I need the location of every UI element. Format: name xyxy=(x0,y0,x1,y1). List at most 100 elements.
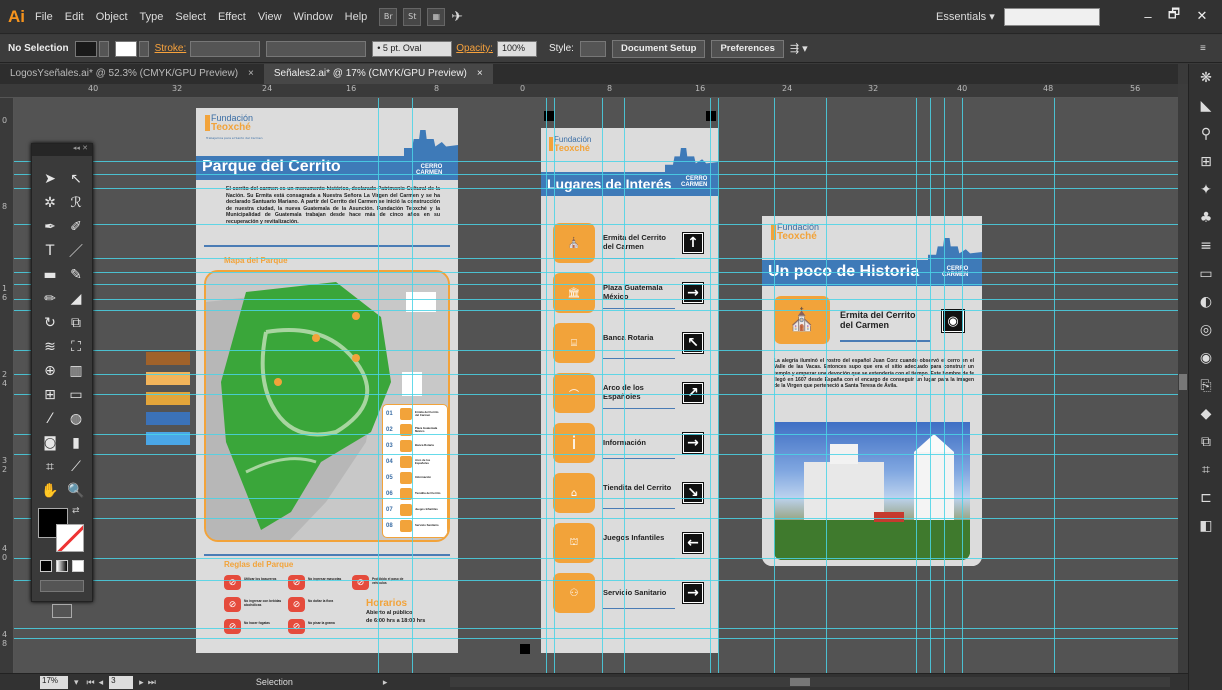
color-mode-icon[interactable] xyxy=(40,560,52,572)
zoom-field[interactable]: 17% xyxy=(40,675,68,689)
guide-line[interactable] xyxy=(1054,98,1055,673)
guide-line[interactable] xyxy=(14,434,1178,435)
symbol-sprayer-tool-icon[interactable]: ◙ xyxy=(37,432,63,454)
close-tab-icon[interactable]: × xyxy=(248,68,254,80)
guide-line[interactable] xyxy=(378,98,379,673)
menu-file[interactable]: File xyxy=(35,11,53,23)
swatch-blue[interactable] xyxy=(146,412,190,425)
guide-line[interactable] xyxy=(14,272,1178,273)
magic-wand-tool-icon[interactable]: ✲ xyxy=(37,192,63,214)
swap-colors-icon[interactable]: ⇄ xyxy=(72,506,80,516)
close-tab-icon[interactable]: × xyxy=(477,68,483,80)
pencil-tool-icon[interactable]: ✏ xyxy=(37,288,63,310)
graphic-styles-panel-icon[interactable]: ◉ xyxy=(1189,344,1222,372)
menu-type[interactable]: Type xyxy=(140,11,164,23)
guide-line[interactable] xyxy=(14,558,1178,559)
align-panel-icon[interactable]: ⊏ xyxy=(1189,484,1222,512)
rectangle-tool-icon[interactable]: ▬ xyxy=(37,264,63,286)
guide-line[interactable] xyxy=(14,638,1178,639)
eyedropper-tool-icon[interactable]: ⁄ xyxy=(37,408,63,430)
gradient-panel-icon[interactable]: ▭ xyxy=(1189,260,1222,288)
scroll-thumb[interactable] xyxy=(1179,374,1187,390)
selection-tool-icon[interactable]: ➤ xyxy=(37,168,63,190)
style-dropdown[interactable] xyxy=(579,40,606,57)
symbols-panel-icon[interactable]: ♣ xyxy=(1189,204,1222,232)
stroke-swatch[interactable] xyxy=(114,40,137,57)
artboard-lugares-de-interes[interactable]: Fundación Teoxché Lugares de Interés CER… xyxy=(541,128,718,653)
guide-line[interactable] xyxy=(14,161,1178,162)
hand-tool-icon[interactable]: ✋ xyxy=(37,480,63,502)
prev-artboard-icon[interactable]: ◂ xyxy=(99,677,104,688)
rotate-tool-icon[interactable]: ↻ xyxy=(37,312,63,334)
guide-line[interactable] xyxy=(14,374,1178,375)
menu-help[interactable]: Help xyxy=(345,11,368,23)
screen-mode-icon[interactable] xyxy=(52,604,72,618)
preferences-button[interactable]: Preferences xyxy=(711,39,784,58)
gradient-mode-icon[interactable] xyxy=(56,560,68,572)
width-tool-icon[interactable]: ≋ xyxy=(37,336,63,358)
paintbrush-tool-icon[interactable]: ✎ xyxy=(63,264,89,286)
shape-builder-tool-icon[interactable]: ⊕ xyxy=(37,360,63,382)
status-menu-icon[interactable]: ▸ xyxy=(383,677,388,688)
tools-panel-header[interactable]: ◂◂ ✕ xyxy=(32,144,92,156)
guide-line[interactable] xyxy=(916,98,917,673)
guide-line[interactable] xyxy=(14,310,1178,311)
artboard-parque-del-cerrito[interactable]: Fundación Teoxché Trabajamos para el San… xyxy=(196,108,458,653)
transform-panel-icon[interactable]: ⌗ xyxy=(1189,456,1222,484)
blend-tool-icon[interactable]: ◍ xyxy=(63,408,89,430)
artboard-canvas[interactable]: Fundación Teoxché Trabajamos para el San… xyxy=(14,98,1178,673)
guide-line[interactable] xyxy=(930,98,931,673)
guide-line[interactable] xyxy=(14,350,1178,351)
guide-line[interactable] xyxy=(546,98,547,673)
first-artboard-icon[interactable]: ⏮ xyxy=(87,677,95,688)
direct-selection-tool-icon[interactable]: ↖ xyxy=(63,168,89,190)
mesh-tool-icon[interactable]: ⊞ xyxy=(37,384,63,406)
perspective-grid-tool-icon[interactable]: ▥ xyxy=(63,360,89,382)
menu-window[interactable]: Window xyxy=(294,11,333,23)
guide-line[interactable] xyxy=(14,284,1178,285)
guide-line[interactable] xyxy=(962,98,963,673)
guide-line[interactable] xyxy=(944,98,945,673)
scroll-thumb[interactable] xyxy=(790,678,810,686)
pen-tool-icon[interactable]: ✒ xyxy=(37,216,63,238)
eraser-tool-icon[interactable]: ◢ xyxy=(63,288,89,310)
draw-normal-icon[interactable] xyxy=(40,580,84,592)
type-tool-icon[interactable]: T xyxy=(37,240,63,262)
line-tool-icon[interactable]: ／ xyxy=(63,240,89,262)
free-transform-tool-icon[interactable]: ⛶ xyxy=(63,336,89,358)
brushes-panel-icon[interactable]: ✦ xyxy=(1189,176,1222,204)
opacity-field[interactable]: 100% xyxy=(496,40,537,57)
swatches-panel-icon[interactable]: ⊞ xyxy=(1189,148,1222,176)
menu-view[interactable]: View xyxy=(258,11,282,23)
gpu-performance-icon[interactable]: ✈ xyxy=(451,8,463,25)
guide-line[interactable] xyxy=(774,98,775,673)
menu-effect[interactable]: Effect xyxy=(218,11,246,23)
swatch-brown[interactable] xyxy=(146,352,190,365)
ruler-vertical[interactable]: 0 8 1 6 2 4 3 2 4 0 4 8 xyxy=(0,98,14,673)
tab-logos[interactable]: LogosYseñales.ai* @ 52.3% (CMYK/GPU Prev… xyxy=(0,64,264,84)
align-icon[interactable]: ⇶ ▾ xyxy=(790,42,808,55)
zoom-tool-icon[interactable]: 🔍 xyxy=(63,480,89,502)
color-panel-icon[interactable]: ❋ xyxy=(1189,64,1222,92)
variable-width-dropdown[interactable] xyxy=(266,40,367,57)
guide-line[interactable] xyxy=(624,98,625,673)
guide-line[interactable] xyxy=(14,498,1178,499)
guide-line[interactable] xyxy=(718,98,719,673)
guide-line[interactable] xyxy=(14,188,1178,189)
brush-definition[interactable]: • 5 pt. Oval xyxy=(372,40,453,57)
close-window-button[interactable]: ✕ xyxy=(1188,6,1216,26)
artboard-handle[interactable] xyxy=(520,644,530,654)
guide-line[interactable] xyxy=(14,299,1178,300)
zoom-dropdown-icon[interactable]: ▾ xyxy=(74,677,79,688)
layers-panel-icon[interactable]: ◆ xyxy=(1189,400,1222,428)
arrange-documents-icon[interactable]: ▦ xyxy=(427,7,446,26)
horizontal-scrollbar[interactable] xyxy=(450,677,1170,687)
transparency-panel-icon[interactable]: ◐ xyxy=(1189,288,1222,316)
guide-line[interactable] xyxy=(14,518,1178,519)
artboard-number-field[interactable]: 3 xyxy=(109,675,134,689)
guide-line[interactable] xyxy=(14,174,1178,175)
slice-tool-icon[interactable]: ⟋ xyxy=(63,456,89,478)
guide-line[interactable] xyxy=(412,98,413,673)
search-input[interactable] xyxy=(1004,8,1100,26)
artboard-un-poco-de-historia[interactable]: Fundación Teoxché Un poco de Historia CE… xyxy=(762,216,982,566)
